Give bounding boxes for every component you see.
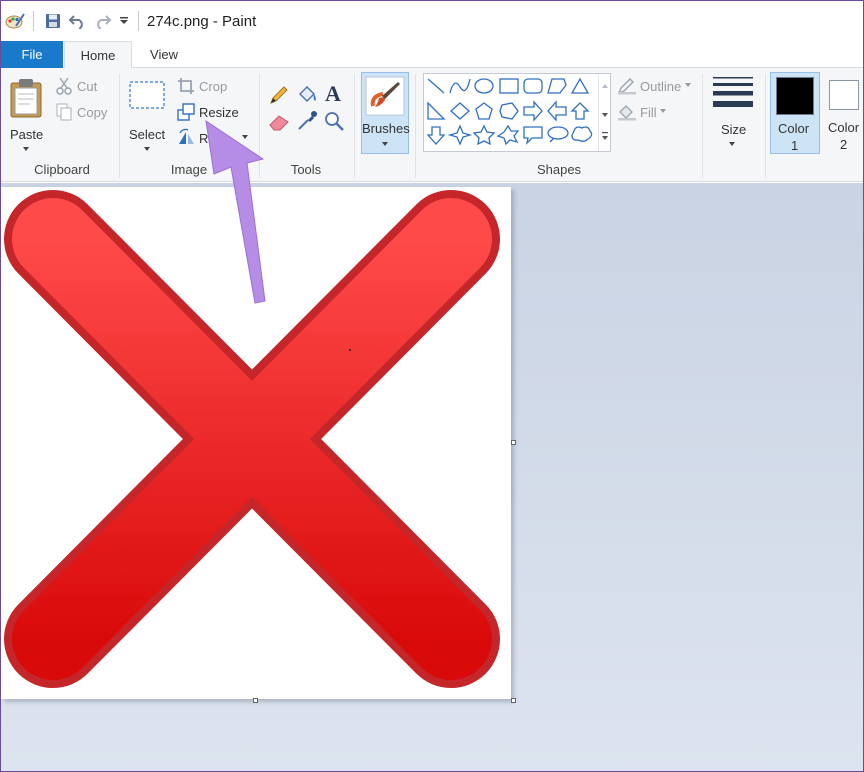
size-dropdown-icon[interactable]: [729, 142, 735, 146]
rotate-button[interactable]: Ro: [199, 131, 216, 146]
shapes-gallery-icons: [426, 77, 593, 146]
size-button[interactable]: Size: [707, 74, 759, 154]
title-separator-2: [138, 11, 139, 31]
color2-swatch: [829, 80, 859, 110]
group-separator: [765, 74, 766, 178]
group-separator: [354, 74, 355, 178]
outline-dropdown-icon[interactable]: [685, 83, 691, 87]
fill-icon: [618, 105, 636, 121]
brushes-dropdown-icon[interactable]: [382, 142, 388, 146]
brushes-button[interactable]: Brushes: [361, 72, 410, 154]
color2-number: 2: [840, 137, 848, 152]
canvas-workspace: [1, 183, 863, 771]
fill-bucket-icon[interactable]: [296, 84, 318, 106]
fill-dropdown-icon[interactable]: [660, 109, 666, 113]
copy-icon: [56, 103, 72, 121]
title-separator: [33, 11, 34, 31]
fill-button[interactable]: Fill: [640, 105, 657, 120]
clipboard-group-label: Clipboard: [34, 162, 90, 177]
scroll-down-icon[interactable]: [602, 113, 608, 117]
eraser-icon[interactable]: [268, 110, 290, 132]
color-picker-icon[interactable]: [296, 110, 318, 132]
undo-icon[interactable]: [64, 9, 90, 33]
tab-file[interactable]: File: [1, 41, 63, 68]
select-dropdown-icon[interactable]: [144, 147, 150, 151]
drawing-canvas[interactable]: [1, 187, 511, 699]
cut-icon: [56, 77, 72, 95]
color1-button[interactable]: Color 1: [770, 72, 820, 154]
copy-button[interactable]: Copy: [77, 105, 107, 120]
outline-button[interactable]: Outline: [640, 79, 681, 94]
quick-access-toolbar: [1, 1, 147, 41]
ribbon-home: Paste Cut Copy Clipboard Select Crop Res…: [1, 68, 863, 182]
magnifier-icon[interactable]: [323, 110, 345, 132]
group-separator: [702, 74, 703, 178]
paste-label: Paste: [10, 127, 44, 142]
tab-view[interactable]: View: [133, 41, 195, 68]
resize-handle-right[interactable]: [511, 440, 516, 445]
paste-button[interactable]: Paste: [5, 74, 47, 154]
line-size-icon: [713, 77, 753, 107]
color2-button[interactable]: Color 2: [823, 72, 863, 154]
image-group-label: Image: [170, 162, 208, 177]
red-x-mark-image: [4, 190, 500, 688]
crop-button[interactable]: Crop: [199, 79, 227, 94]
brush-icon: [365, 76, 405, 116]
size-label: Size: [721, 122, 747, 137]
ribbon-tabs: File Home View: [1, 41, 863, 69]
crop-icon: [178, 78, 194, 94]
select-button[interactable]: Select: [125, 74, 169, 154]
save-icon[interactable]: [42, 9, 64, 33]
text-icon[interactable]: A: [323, 82, 345, 104]
resize-button[interactable]: Resize: [199, 105, 239, 120]
brushes-label: Brushes: [362, 121, 410, 136]
color2-label: Color: [828, 120, 860, 135]
rotate-dropdown-icon[interactable]: [242, 135, 248, 139]
shapes-scrollbar[interactable]: [598, 74, 610, 151]
scroll-up-icon[interactable]: [602, 84, 608, 88]
paint-app-icon[interactable]: [3, 9, 27, 33]
tab-home[interactable]: Home: [64, 41, 132, 69]
redo-icon[interactable]: [90, 9, 116, 33]
window-title: 274c.png - Paint: [147, 12, 257, 30]
group-separator: [259, 74, 260, 178]
shapes-gallery[interactable]: [423, 73, 611, 152]
rotate-icon: [179, 128, 194, 144]
resize-handle-bottom[interactable]: [253, 698, 258, 703]
color1-number: 1: [791, 138, 799, 153]
outline-icon: [617, 78, 636, 95]
group-separator: [119, 74, 120, 178]
select-label: Select: [129, 127, 166, 142]
gallery-expand-icon[interactable]: [602, 136, 608, 140]
tools-group-label: Tools: [290, 162, 322, 177]
cut-button[interactable]: Cut: [77, 79, 97, 94]
title-bar: 274c.png - Paint: [1, 1, 863, 41]
resize-icon: [177, 103, 195, 121]
clipboard-icon: [10, 79, 42, 118]
select-rectangle-icon: [129, 81, 165, 109]
color1-label: Color: [778, 121, 810, 136]
pencil-icon[interactable]: [268, 84, 290, 106]
color1-swatch: [776, 77, 814, 115]
group-separator: [415, 74, 416, 178]
paint-window: 274c.png - Paint File Home View Paste Cu…: [0, 0, 864, 772]
customize-quick-access-icon[interactable]: [116, 9, 132, 33]
svg-text:A: A: [325, 82, 341, 104]
paste-dropdown-icon[interactable]: [23, 147, 29, 151]
shapes-group-label: Shapes: [536, 162, 582, 177]
resize-handle-corner[interactable]: [511, 698, 516, 703]
